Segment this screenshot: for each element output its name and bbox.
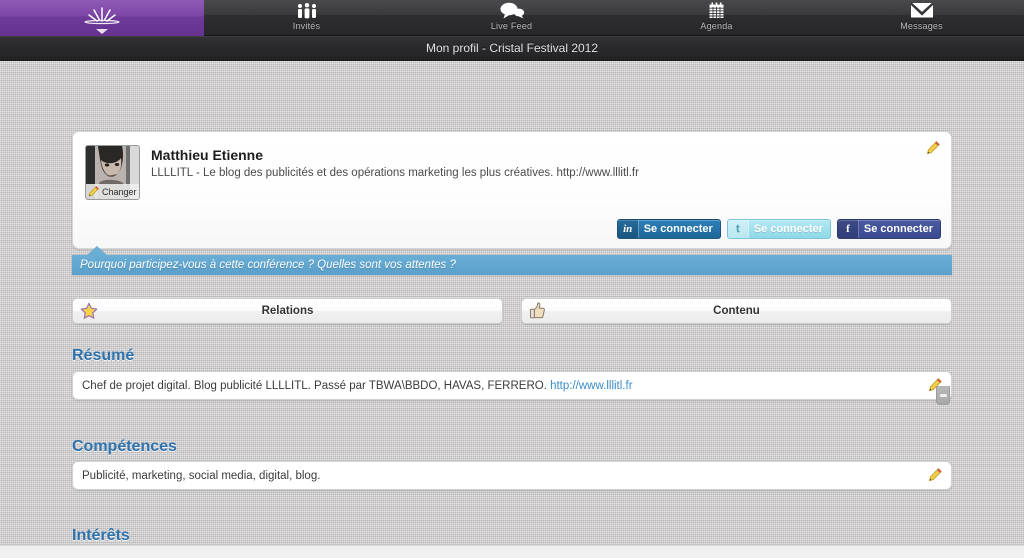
nav-item-label: Messages	[900, 21, 943, 31]
twitter-connect-button[interactable]: t Se connecter	[726, 219, 831, 239]
nav-item-label: Agenda	[700, 21, 733, 31]
speech-bubbles-icon	[499, 1, 525, 20]
social-connect-buttons: in Se connecter t Se connecter f Se conn…	[616, 219, 941, 239]
resume-resize-handle[interactable]	[936, 386, 950, 405]
top-navigation-bar: Invités Live Feed Agenda Messages	[0, 0, 1024, 36]
conference-question-banner[interactable]: Pourquoi participez-vous à cette confére…	[72, 255, 952, 275]
pencil-icon	[926, 141, 940, 155]
logo-dropdown-caret-icon	[96, 29, 108, 34]
tab-contenu[interactable]: Contenu	[521, 298, 952, 324]
resume-link[interactable]: http://www.lllitl.fr	[550, 380, 632, 392]
profile-tabs: Relations Contenu	[72, 298, 952, 324]
competences-field[interactable]: Publicité, marketing, social media, digi…	[72, 461, 952, 490]
section-title-interets: Intérêts	[72, 527, 130, 544]
cristal-starburst-logo-icon	[84, 7, 120, 25]
conference-question-text: Pourquoi participez-vous à cette confére…	[80, 259, 456, 271]
section-title-competences: Compétences	[72, 438, 177, 455]
page-content: Changer Matthieu Etienne LLLLITL - Le bl…	[0, 61, 1024, 558]
avatar[interactable]: Changer	[85, 145, 140, 200]
section-title-resume: Résumé	[72, 347, 135, 364]
profile-name: Matthieu Etienne	[151, 147, 264, 163]
profile-card: Changer Matthieu Etienne LLLLITL - Le bl…	[72, 131, 952, 249]
thumbs-up-icon	[529, 302, 546, 320]
profile-edit-button[interactable]	[925, 140, 941, 159]
bottom-strip	[0, 545, 1024, 558]
twitter-icon: t	[727, 220, 748, 238]
linkedin-connect-label: Se connecter	[637, 220, 720, 238]
nav-item-messages[interactable]: Messages	[819, 0, 1024, 36]
tab-relations[interactable]: Relations	[72, 298, 503, 324]
resume-field[interactable]: Chef de projet digital. Blog publicité L…	[72, 371, 952, 400]
calendar-icon	[708, 1, 725, 20]
pencil-icon	[88, 185, 100, 197]
nav-item-label: Live Feed	[490, 21, 533, 31]
tab-contenu-label: Contenu	[713, 305, 760, 317]
twitter-connect-label: Se connecter	[747, 220, 830, 238]
nav-item-agenda[interactable]: Agenda	[614, 0, 819, 36]
resume-value: Chef de projet digital. Blog publicité L…	[82, 379, 633, 392]
nav-item-label: Invités	[292, 21, 321, 31]
avatar-change-label: Changer	[102, 186, 137, 197]
profile-description: LLLLITL - Le blog des publicités et des …	[151, 167, 639, 179]
people-icon	[296, 1, 318, 20]
logo-home-button[interactable]	[0, 0, 204, 36]
facebook-icon: f	[837, 220, 858, 238]
page-title: Mon profil - Cristal Festival 2012	[425, 41, 599, 55]
star-icon	[80, 302, 98, 320]
competences-edit-button[interactable]	[927, 467, 943, 486]
nav-item-invites[interactable]: Invités	[204, 0, 409, 36]
facebook-connect-button[interactable]: f Se connecter	[836, 219, 941, 239]
linkedin-icon: in	[617, 220, 638, 238]
pencil-icon	[928, 468, 942, 482]
competences-value: Publicité, marketing, social media, digi…	[82, 469, 321, 482]
tab-relations-label: Relations	[261, 305, 314, 317]
avatar-change-badge[interactable]: Changer	[86, 184, 139, 199]
page-title-bar: Mon profil - Cristal Festival 2012	[0, 36, 1024, 61]
nav-item-live-feed[interactable]: Live Feed	[409, 0, 614, 36]
facebook-connect-label: Se connecter	[857, 220, 940, 238]
linkedin-connect-button[interactable]: in Se connecter	[616, 219, 721, 239]
envelope-icon	[909, 1, 934, 20]
